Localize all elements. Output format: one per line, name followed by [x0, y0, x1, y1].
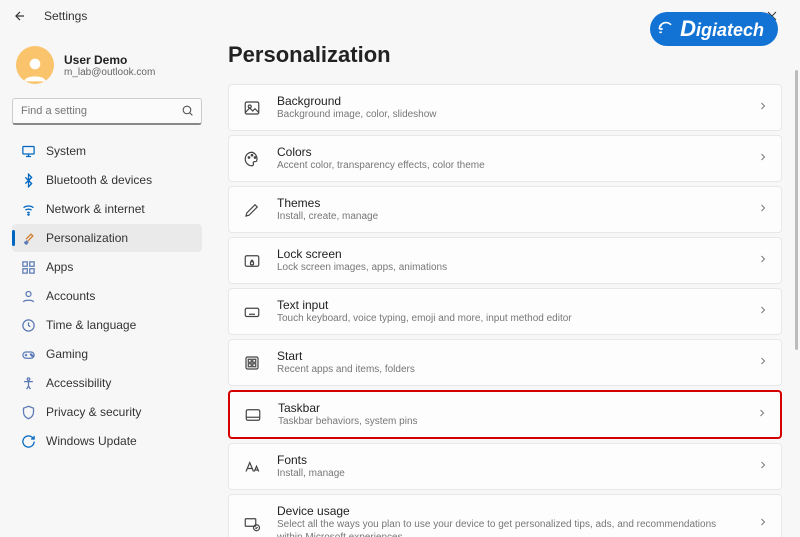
sidebar-item-label: Gaming: [46, 347, 88, 361]
sidebar-item-network-internet[interactable]: Network & internet: [12, 195, 202, 223]
shield-icon: [20, 404, 36, 420]
sidebar-item-label: Personalization: [46, 231, 128, 245]
card-title: Colors: [277, 145, 743, 159]
settings-card-start[interactable]: Start Recent apps and items, folders: [228, 339, 782, 386]
settings-card-colors[interactable]: Colors Accent color, transparency effect…: [228, 135, 782, 182]
user-name: User Demo: [64, 53, 155, 67]
sidebar-item-label: System: [46, 144, 86, 158]
chevron-right-icon: [757, 252, 769, 270]
back-button[interactable]: [8, 4, 32, 28]
image-icon: [241, 97, 263, 119]
card-title: Background: [277, 94, 743, 108]
card-subtitle: Lock screen images, apps, animations: [277, 261, 743, 274]
settings-card-device-usage[interactable]: Device usage Select all the ways you pla…: [228, 494, 782, 537]
lock-icon: [241, 250, 263, 272]
watermark-prefix: D: [680, 16, 696, 41]
main-panel: Personalization Background Background im…: [210, 32, 800, 537]
sidebar-item-label: Windows Update: [46, 434, 137, 448]
sidebar-item-apps[interactable]: Apps: [12, 253, 202, 281]
sidebar-item-label: Time & language: [46, 318, 136, 332]
user-email: m_lab@outlook.com: [64, 67, 155, 78]
sidebar-item-accessibility[interactable]: Accessibility: [12, 369, 202, 397]
user-block[interactable]: User Demo m_lab@outlook.com: [12, 40, 202, 98]
card-subtitle: Install, create, manage: [277, 210, 743, 223]
sidebar: User Demo m_lab@outlook.com System Blueto…: [0, 32, 210, 537]
device-icon: [241, 513, 263, 535]
apps-icon: [20, 259, 36, 275]
sidebar-item-time-language[interactable]: Time & language: [12, 311, 202, 339]
card-subtitle: Select all the ways you plan to use your…: [277, 518, 743, 537]
search-input[interactable]: [12, 98, 202, 125]
keyboard-icon: [241, 301, 263, 323]
watermark-text: igiatech: [696, 20, 764, 40]
card-subtitle: Recent apps and items, folders: [277, 363, 743, 376]
wifi-icon: [20, 201, 36, 217]
arrow-left-icon: [13, 9, 27, 23]
gaming-icon: [20, 346, 36, 362]
sidebar-item-windows-update[interactable]: Windows Update: [12, 427, 202, 455]
settings-card-lock-screen[interactable]: Lock screen Lock screen images, apps, an…: [228, 237, 782, 284]
update-icon: [20, 433, 36, 449]
search-icon: [181, 104, 194, 122]
card-subtitle: Background image, color, slideshow: [277, 108, 743, 121]
watermark-logo: Digiatech: [650, 12, 778, 46]
accessibility-icon: [20, 375, 36, 391]
sidebar-item-label: Privacy & security: [46, 405, 141, 419]
settings-card-list: Background Background image, color, slid…: [228, 84, 782, 537]
card-title: Fonts: [277, 453, 743, 467]
card-subtitle: Taskbar behaviors, system pins: [278, 415, 742, 428]
sidebar-item-label: Bluetooth & devices: [46, 173, 152, 187]
sidebar-item-gaming[interactable]: Gaming: [12, 340, 202, 368]
scrollbar-thumb[interactable]: [795, 70, 798, 350]
settings-card-text-input[interactable]: Text input Touch keyboard, voice typing,…: [228, 288, 782, 335]
chevron-right-icon: [757, 458, 769, 476]
card-title: Device usage: [277, 504, 743, 518]
card-subtitle: Install, manage: [277, 467, 743, 480]
card-title: Lock screen: [277, 247, 743, 261]
card-title: Start: [277, 349, 743, 363]
chevron-right-icon: [757, 354, 769, 372]
system-icon: [20, 143, 36, 159]
card-title: Taskbar: [278, 401, 742, 415]
chevron-right-icon: [757, 201, 769, 219]
settings-card-taskbar[interactable]: Taskbar Taskbar behaviors, system pins: [228, 390, 782, 439]
sidebar-item-personalization[interactable]: Personalization: [12, 224, 202, 252]
start-icon: [241, 352, 263, 374]
fonts-icon: [241, 456, 263, 478]
palette-icon: [241, 148, 263, 170]
window-title: Settings: [44, 9, 87, 23]
sidebar-item-label: Accessibility: [46, 376, 111, 390]
bluetooth-icon: [20, 172, 36, 188]
taskbar-icon: [242, 404, 264, 426]
clock-icon: [20, 317, 36, 333]
settings-card-fonts[interactable]: Fonts Install, manage: [228, 443, 782, 490]
settings-card-background[interactable]: Background Background image, color, slid…: [228, 84, 782, 131]
chevron-right-icon: [757, 150, 769, 168]
chevron-right-icon: [757, 515, 769, 533]
sidebar-item-label: Accounts: [46, 289, 95, 303]
person-icon: [20, 288, 36, 304]
settings-card-themes[interactable]: Themes Install, create, manage: [228, 186, 782, 233]
chevron-right-icon: [757, 99, 769, 117]
chevron-right-icon: [757, 303, 769, 321]
pen-icon: [241, 199, 263, 221]
avatar: [16, 46, 54, 84]
card-title: Themes: [277, 196, 743, 210]
sidebar-nav: System Bluetooth & devices Network & inter…: [12, 137, 202, 455]
brush-icon: [20, 230, 36, 246]
card-title: Text input: [277, 298, 743, 312]
sidebar-item-label: Apps: [46, 260, 73, 274]
chevron-right-icon: [756, 406, 768, 424]
logo-swirl-icon: [656, 19, 676, 39]
sidebar-item-accounts[interactable]: Accounts: [12, 282, 202, 310]
card-subtitle: Touch keyboard, voice typing, emoji and …: [277, 312, 743, 325]
sidebar-item-label: Network & internet: [46, 202, 145, 216]
sidebar-item-system[interactable]: System: [12, 137, 202, 165]
sidebar-item-privacy-security[interactable]: Privacy & security: [12, 398, 202, 426]
card-subtitle: Accent color, transparency effects, colo…: [277, 159, 743, 172]
sidebar-item-bluetooth-devices[interactable]: Bluetooth & devices: [12, 166, 202, 194]
